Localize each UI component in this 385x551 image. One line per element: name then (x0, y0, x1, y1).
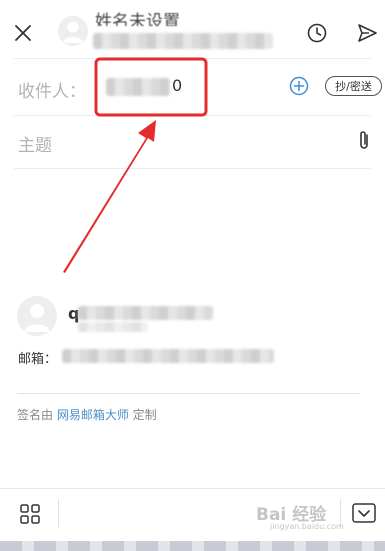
annotation-overlay (63, 57, 208, 273)
annotation-arrow (63, 120, 156, 273)
highlight-box (94, 57, 208, 117)
